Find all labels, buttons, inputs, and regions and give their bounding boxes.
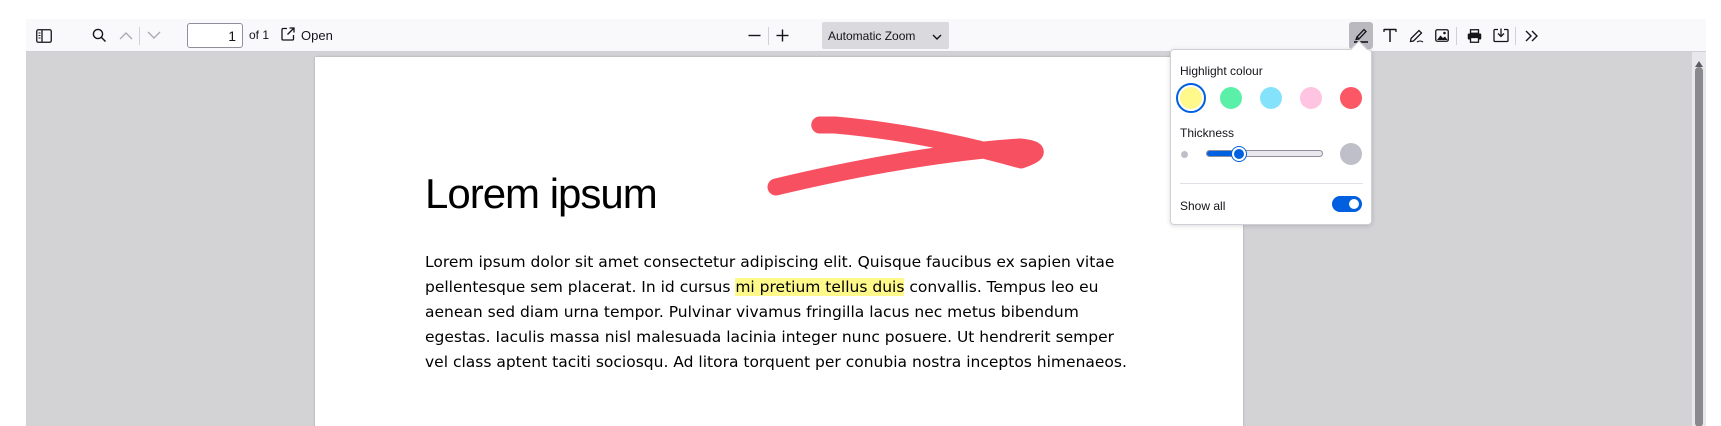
- colour-swatch-blue[interactable]: [1260, 87, 1282, 109]
- body-text: vel class aptent taciti sociosqu. Ad lit…: [425, 353, 1127, 371]
- body-line: Lorem ipsum dolor sit amet consectetur a…: [425, 250, 1155, 275]
- search-icon: [92, 28, 107, 43]
- save-icon: [1493, 28, 1509, 43]
- body-line: pellentesque sem placerat. In id cursus …: [425, 275, 1155, 300]
- double-chevron-right-icon: [1525, 30, 1539, 42]
- thickness-label: Thickness: [1180, 126, 1235, 140]
- popup-divider: [1180, 183, 1363, 184]
- text-annotation-button[interactable]: [1376, 19, 1404, 52]
- body-text: convallis. Tempus leo eu: [904, 278, 1099, 296]
- toggle-knob: [1349, 199, 1359, 209]
- previous-page-button[interactable]: [112, 19, 140, 52]
- document-body: Lorem ipsum dolor sit amet consectetur a…: [425, 250, 1155, 375]
- zoom-out-button[interactable]: [740, 19, 768, 52]
- pdf-page: Lorem ipsum Lorem ipsum dolor sit amet c…: [315, 57, 1243, 426]
- chevron-up-icon: [119, 31, 133, 40]
- minus-icon: [748, 29, 761, 42]
- chevron-down-icon: [147, 31, 161, 40]
- highlight-settings-popup: Highlight colour Thickness Show all: [1170, 40, 1372, 225]
- zoom-value: Automatic Zoom: [828, 28, 916, 43]
- zoom-in-button[interactable]: [768, 19, 796, 52]
- body-text: egestas. Iaculis massa nisl malesuada la…: [425, 328, 1115, 346]
- vertical-scrollbar[interactable]: [1692, 52, 1706, 426]
- colour-swatch-green[interactable]: [1220, 87, 1242, 109]
- open-external-icon: [281, 27, 295, 44]
- next-page-button[interactable]: [140, 19, 168, 52]
- plus-icon: [776, 29, 789, 42]
- body-text: pellentesque sem placerat. In id cursus: [425, 278, 736, 296]
- print-icon: [1467, 28, 1482, 43]
- page-count-label: of 1: [249, 28, 270, 42]
- thin-thickness-icon: [1181, 151, 1188, 158]
- add-image-button[interactable]: [1428, 19, 1456, 52]
- body-line: egestas. Iaculis massa nisl malesuada la…: [425, 325, 1155, 350]
- colour-swatch-pink[interactable]: [1300, 87, 1322, 109]
- highlighted-text[interactable]: mi pretium tellus duis: [735, 278, 905, 296]
- highlight-colour-label: Highlight colour: [1180, 64, 1263, 78]
- body-text: Lorem ipsum dolor sit amet consectetur a…: [425, 253, 1115, 271]
- draw-button[interactable]: [1402, 19, 1430, 52]
- colour-swatch-yellow[interactable]: [1176, 83, 1206, 113]
- zoom-select[interactable]: Automatic Zoom: [822, 22, 949, 49]
- find-button[interactable]: [85, 19, 113, 52]
- show-all-toggle[interactable]: [1332, 196, 1362, 212]
- show-all-label: Show all: [1180, 199, 1226, 213]
- page-number-input[interactable]: [187, 23, 243, 48]
- scrollbar-thumb[interactable]: [1695, 67, 1703, 426]
- print-button[interactable]: [1460, 19, 1488, 52]
- thick-thickness-icon: [1340, 143, 1362, 165]
- open-label: Open: [301, 28, 333, 43]
- image-icon: [1435, 29, 1449, 42]
- open-button[interactable]: Open: [281, 19, 333, 52]
- text-icon: [1383, 28, 1397, 43]
- document-title: Lorem ipsum: [425, 170, 658, 217]
- chevron-down-icon: [932, 30, 942, 44]
- body-text: aenean sed diam urna tempor. Pulvinar vi…: [425, 303, 1079, 321]
- colour-swatch-red[interactable]: [1340, 87, 1362, 109]
- pdf-viewer: of 1 Open Automatic Zoom: [26, 19, 1706, 426]
- tools-menu-button[interactable]: [1518, 19, 1546, 52]
- toolbar: of 1 Open Automatic Zoom: [26, 19, 1706, 52]
- thickness-slider[interactable]: [1206, 150, 1323, 157]
- toolbar-divider: [1456, 27, 1457, 45]
- save-button[interactable]: [1487, 19, 1515, 52]
- toolbar-divider: [1515, 27, 1516, 45]
- sidebar-toggle-button[interactable]: [30, 19, 58, 52]
- thickness-slider-thumb[interactable]: [1232, 147, 1246, 161]
- body-line: aenean sed diam urna tempor. Pulvinar vi…: [425, 300, 1155, 325]
- sidebar-icon: [36, 28, 52, 43]
- body-line: vel class aptent taciti sociosqu. Ad lit…: [425, 350, 1155, 375]
- pen-icon: [1409, 28, 1424, 43]
